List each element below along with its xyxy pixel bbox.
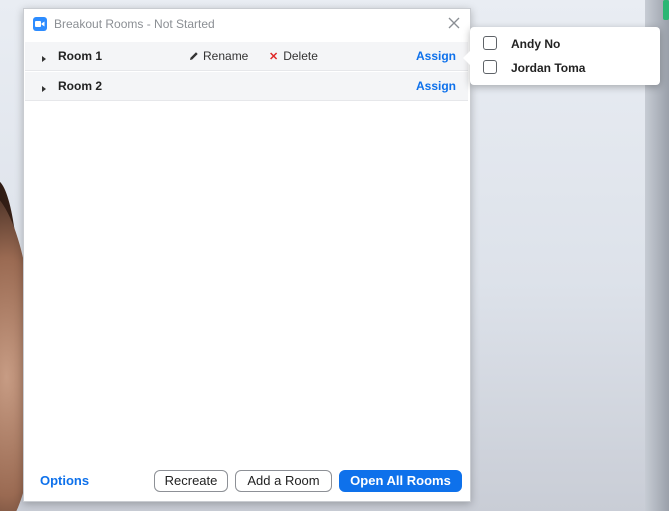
- rename-button[interactable]: Rename: [189, 49, 248, 63]
- title-bar: Breakout Rooms - Not Started: [24, 9, 470, 41]
- participant-checkbox[interactable]: [483, 60, 497, 74]
- options-link[interactable]: Options: [40, 473, 89, 488]
- assign-button[interactable]: Assign: [416, 79, 456, 93]
- open-all-rooms-button[interactable]: Open All Rooms: [339, 470, 462, 492]
- breakout-rooms-window: Breakout Rooms - Not Started Room 1 Rena…: [23, 8, 471, 502]
- room-name: Room 1: [58, 49, 103, 63]
- participant-checkbox[interactable]: [483, 36, 497, 50]
- zoom-camera-icon: [33, 17, 47, 31]
- status-indicator: [663, 0, 669, 20]
- window-title: Breakout Rooms - Not Started: [54, 17, 215, 31]
- popup-pointer: [463, 51, 470, 65]
- rename-label: Rename: [203, 49, 249, 63]
- participant-option[interactable]: Jordan Toma: [483, 58, 653, 78]
- delete-x-icon: ✕: [269, 51, 279, 63]
- recreate-button[interactable]: Recreate: [154, 470, 228, 492]
- expand-arrow-icon[interactable]: [41, 82, 47, 92]
- delete-button[interactable]: ✕ Delete: [269, 49, 318, 63]
- assign-button[interactable]: Assign: [416, 49, 456, 63]
- participant-name: Andy No: [511, 37, 561, 51]
- delete-label: Delete: [283, 49, 318, 63]
- pencil-icon: [189, 50, 199, 60]
- expand-arrow-icon[interactable]: [41, 52, 47, 62]
- close-icon[interactable]: [446, 15, 462, 31]
- participant-option[interactable]: Andy No: [483, 34, 653, 54]
- room-name: Room 2: [58, 79, 103, 93]
- add-room-button[interactable]: Add a Room: [235, 470, 332, 492]
- assign-participants-popup: Andy No Jordan Toma: [463, 27, 660, 85]
- room-row-2[interactable]: Room 2 Assign: [25, 72, 468, 101]
- room-row-1[interactable]: Room 1 Rename ✕ Delete Assign: [25, 42, 468, 71]
- participant-name: Jordan Toma: [511, 61, 586, 75]
